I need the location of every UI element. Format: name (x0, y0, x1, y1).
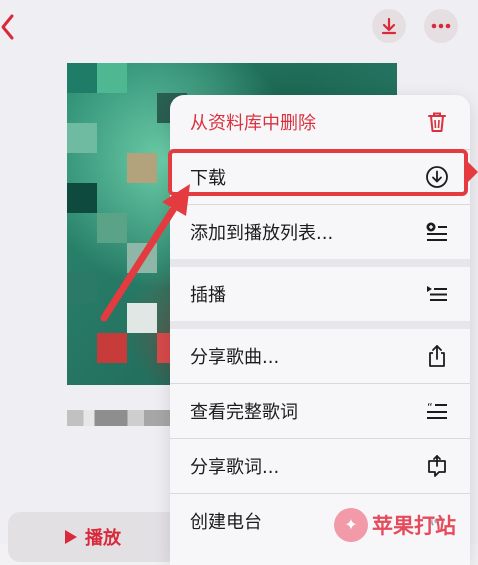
download-button[interactable] (372, 9, 406, 43)
watermark: ✦ 苹果打站 (334, 505, 478, 544)
watermark-logo-icon: ✦ (334, 507, 368, 542)
add-to-playlist-icon (426, 222, 447, 241)
menu-item-add-to-playlist[interactable]: 添加到播放列表... (170, 205, 470, 259)
menu-item-label: 分享歌曲... (190, 347, 280, 368)
highlight-pointer-icon (468, 162, 478, 182)
menu-group-gap (170, 259, 470, 267)
menu-item-label: 从资料库中删除 (190, 113, 316, 134)
watermark-text: 苹果打站 (372, 513, 456, 538)
trash-icon (428, 112, 446, 132)
menu-item-label: 查看完整歌词 (190, 402, 298, 423)
menu-item-share-lyrics[interactable]: 分享歌词... (170, 439, 470, 493)
artwork-pixel (97, 333, 127, 363)
play-label: 播放 (85, 528, 121, 549)
chevron-left-icon[interactable] (0, 12, 16, 42)
more-button[interactable] (424, 9, 458, 43)
download-icon (381, 17, 397, 35)
menu-item-label: 分享歌词... (190, 457, 280, 478)
play-button[interactable]: 播放 (8, 512, 178, 562)
artwork-pixel (97, 63, 127, 93)
song-title-blurred (67, 410, 177, 426)
play-next-icon (427, 286, 447, 301)
artwork-pixel (67, 63, 97, 93)
menu-item-share-song[interactable]: 分享歌曲... (170, 329, 470, 383)
share-icon (429, 345, 445, 367)
artwork-pixel (67, 123, 97, 153)
artwork-pixel (127, 153, 157, 183)
lyrics-icon: “ (427, 401, 447, 419)
menu-item-remove-from-library[interactable]: 从资料库中删除 (170, 95, 470, 149)
ellipsis-icon (431, 23, 451, 29)
highlight-box (168, 149, 468, 196)
annotation-arrow-icon (100, 184, 190, 322)
share-lyrics-icon (428, 455, 446, 477)
menu-item-label: 创建电台 (190, 512, 262, 533)
menu-item-play-next[interactable]: 插播 (170, 267, 470, 321)
menu-item-view-lyrics[interactable]: 查看完整歌词 “ (170, 384, 470, 438)
menu-group-gap (170, 321, 470, 329)
menu-item-label: 添加到播放列表... (190, 223, 334, 244)
play-icon (65, 530, 77, 544)
